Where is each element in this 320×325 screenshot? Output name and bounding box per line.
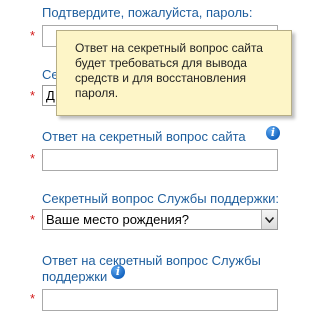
- site-answer-label: Ответ на секретный вопрос сайта: [42, 129, 246, 144]
- chevron-down-icon[interactable]: [261, 210, 277, 229]
- required-marker: *: [30, 212, 36, 227]
- confirm-password-label: Подтвердите, пожалуйста, пароль:: [42, 5, 253, 20]
- required-marker: *: [30, 28, 36, 43]
- tooltip-text: Ответ на секретный вопрос сайта будет тр…: [75, 41, 263, 100]
- site-question-selected: Д: [46, 88, 55, 103]
- required-marker: *: [30, 151, 36, 166]
- support-answer-label-line1: Ответ на секретный вопрос Службы: [42, 253, 261, 268]
- tooltip: Ответ на секретный вопрос сайта будет тр…: [56, 30, 292, 116]
- info-icon[interactable]: i: [266, 126, 280, 140]
- info-icon[interactable]: i: [111, 265, 125, 279]
- support-question-selected: Ваше место рождения?: [46, 212, 190, 227]
- support-answer-label-line2: поддержки: [42, 269, 108, 284]
- required-marker: *: [30, 88, 36, 103]
- required-marker: *: [30, 291, 36, 306]
- support-question-label: Секретный вопрос Службы поддержки:: [42, 191, 280, 206]
- support-question-select[interactable]: Ваше место рождения?: [42, 209, 278, 230]
- support-answer-input[interactable]: [42, 289, 278, 311]
- site-answer-input[interactable]: [42, 149, 278, 171]
